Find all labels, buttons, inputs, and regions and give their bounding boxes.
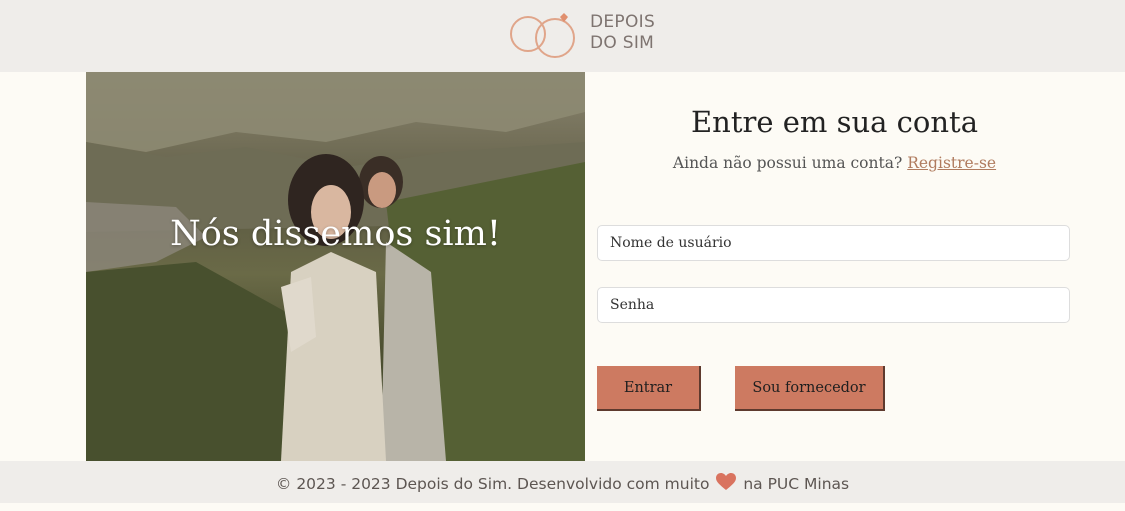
heart-icon — [716, 473, 737, 490]
hero-image: Nós dissemos sim! — [86, 72, 585, 461]
site-footer: © 2023 - 2023 Depois do Sim. Desenvolvid… — [0, 461, 1125, 503]
register-link[interactable]: Registre-se — [907, 154, 996, 172]
wedding-rings-icon — [510, 13, 575, 58]
password-input[interactable] — [597, 287, 1070, 323]
hero-title: Nós dissemos sim! — [170, 214, 501, 254]
register-prompt: Ainda não possui uma conta? Registre-se — [597, 154, 1072, 172]
register-prompt-text: Ainda não possui uma conta? — [672, 154, 903, 172]
site-header: DEPOIS DO SIM — [0, 0, 1125, 72]
footer-institution: na PUC Minas — [743, 475, 850, 493]
logo-line-1: DEPOIS — [590, 12, 656, 32]
login-button[interactable]: Entrar — [597, 366, 701, 411]
username-input[interactable] — [597, 225, 1070, 261]
footer-copyright: © 2023 - 2023 Depois do Sim. Desenvolvid… — [275, 475, 710, 493]
couple-photo — [86, 72, 585, 461]
site-logo[interactable]: DEPOIS DO SIM — [509, 10, 669, 62]
login-title: Entre em sua conta — [690, 105, 978, 139]
footer-text: © 2023 - 2023 Depois do Sim. Desenvolvid… — [0, 473, 1125, 493]
logo-text: DEPOIS DO SIM — [590, 12, 655, 54]
logo-line-2: DO SIM — [590, 33, 655, 53]
supplier-button[interactable]: Sou fornecedor — [735, 366, 885, 411]
